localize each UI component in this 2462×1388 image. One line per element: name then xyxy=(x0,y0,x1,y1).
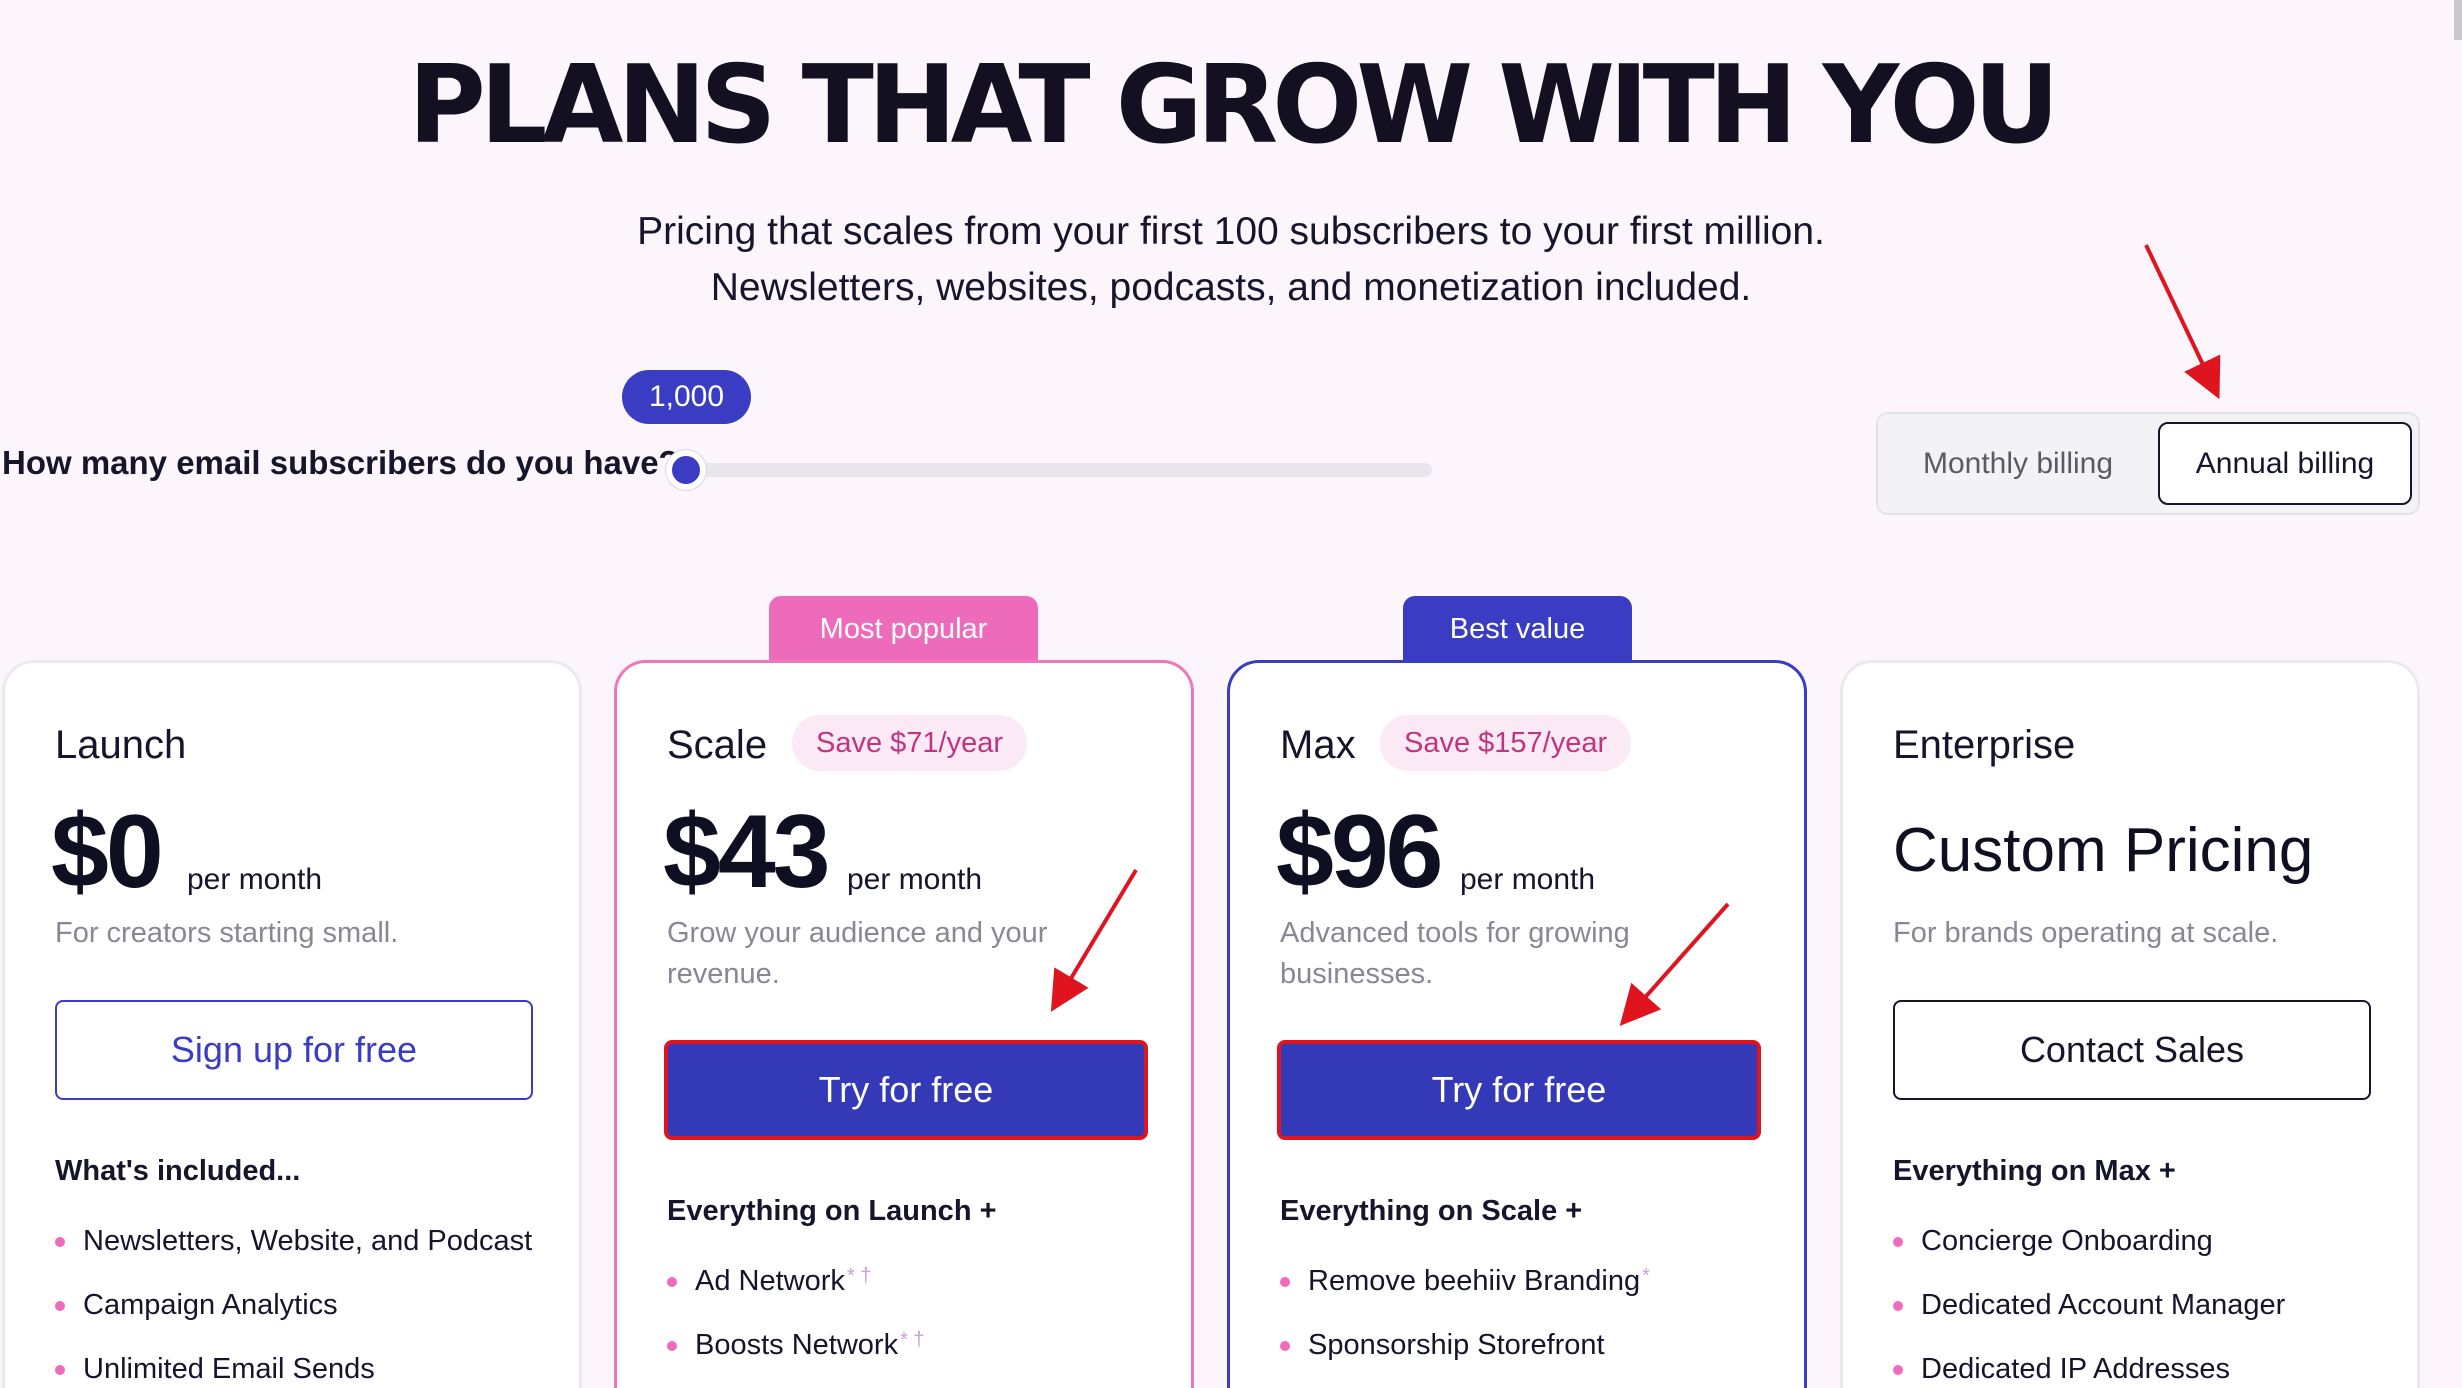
arrow-to-annual-billing xyxy=(2144,244,2221,400)
scrollbar[interactable] xyxy=(2454,0,2462,40)
annotation-arrows xyxy=(1050,244,2221,1026)
arrow-to-max-trial xyxy=(1619,902,1730,1026)
arrow-to-scale-trial xyxy=(1050,868,1138,1012)
pricing-page: PLANS THAT GROW WITH YOU Pricing that sc… xyxy=(0,0,2462,1388)
